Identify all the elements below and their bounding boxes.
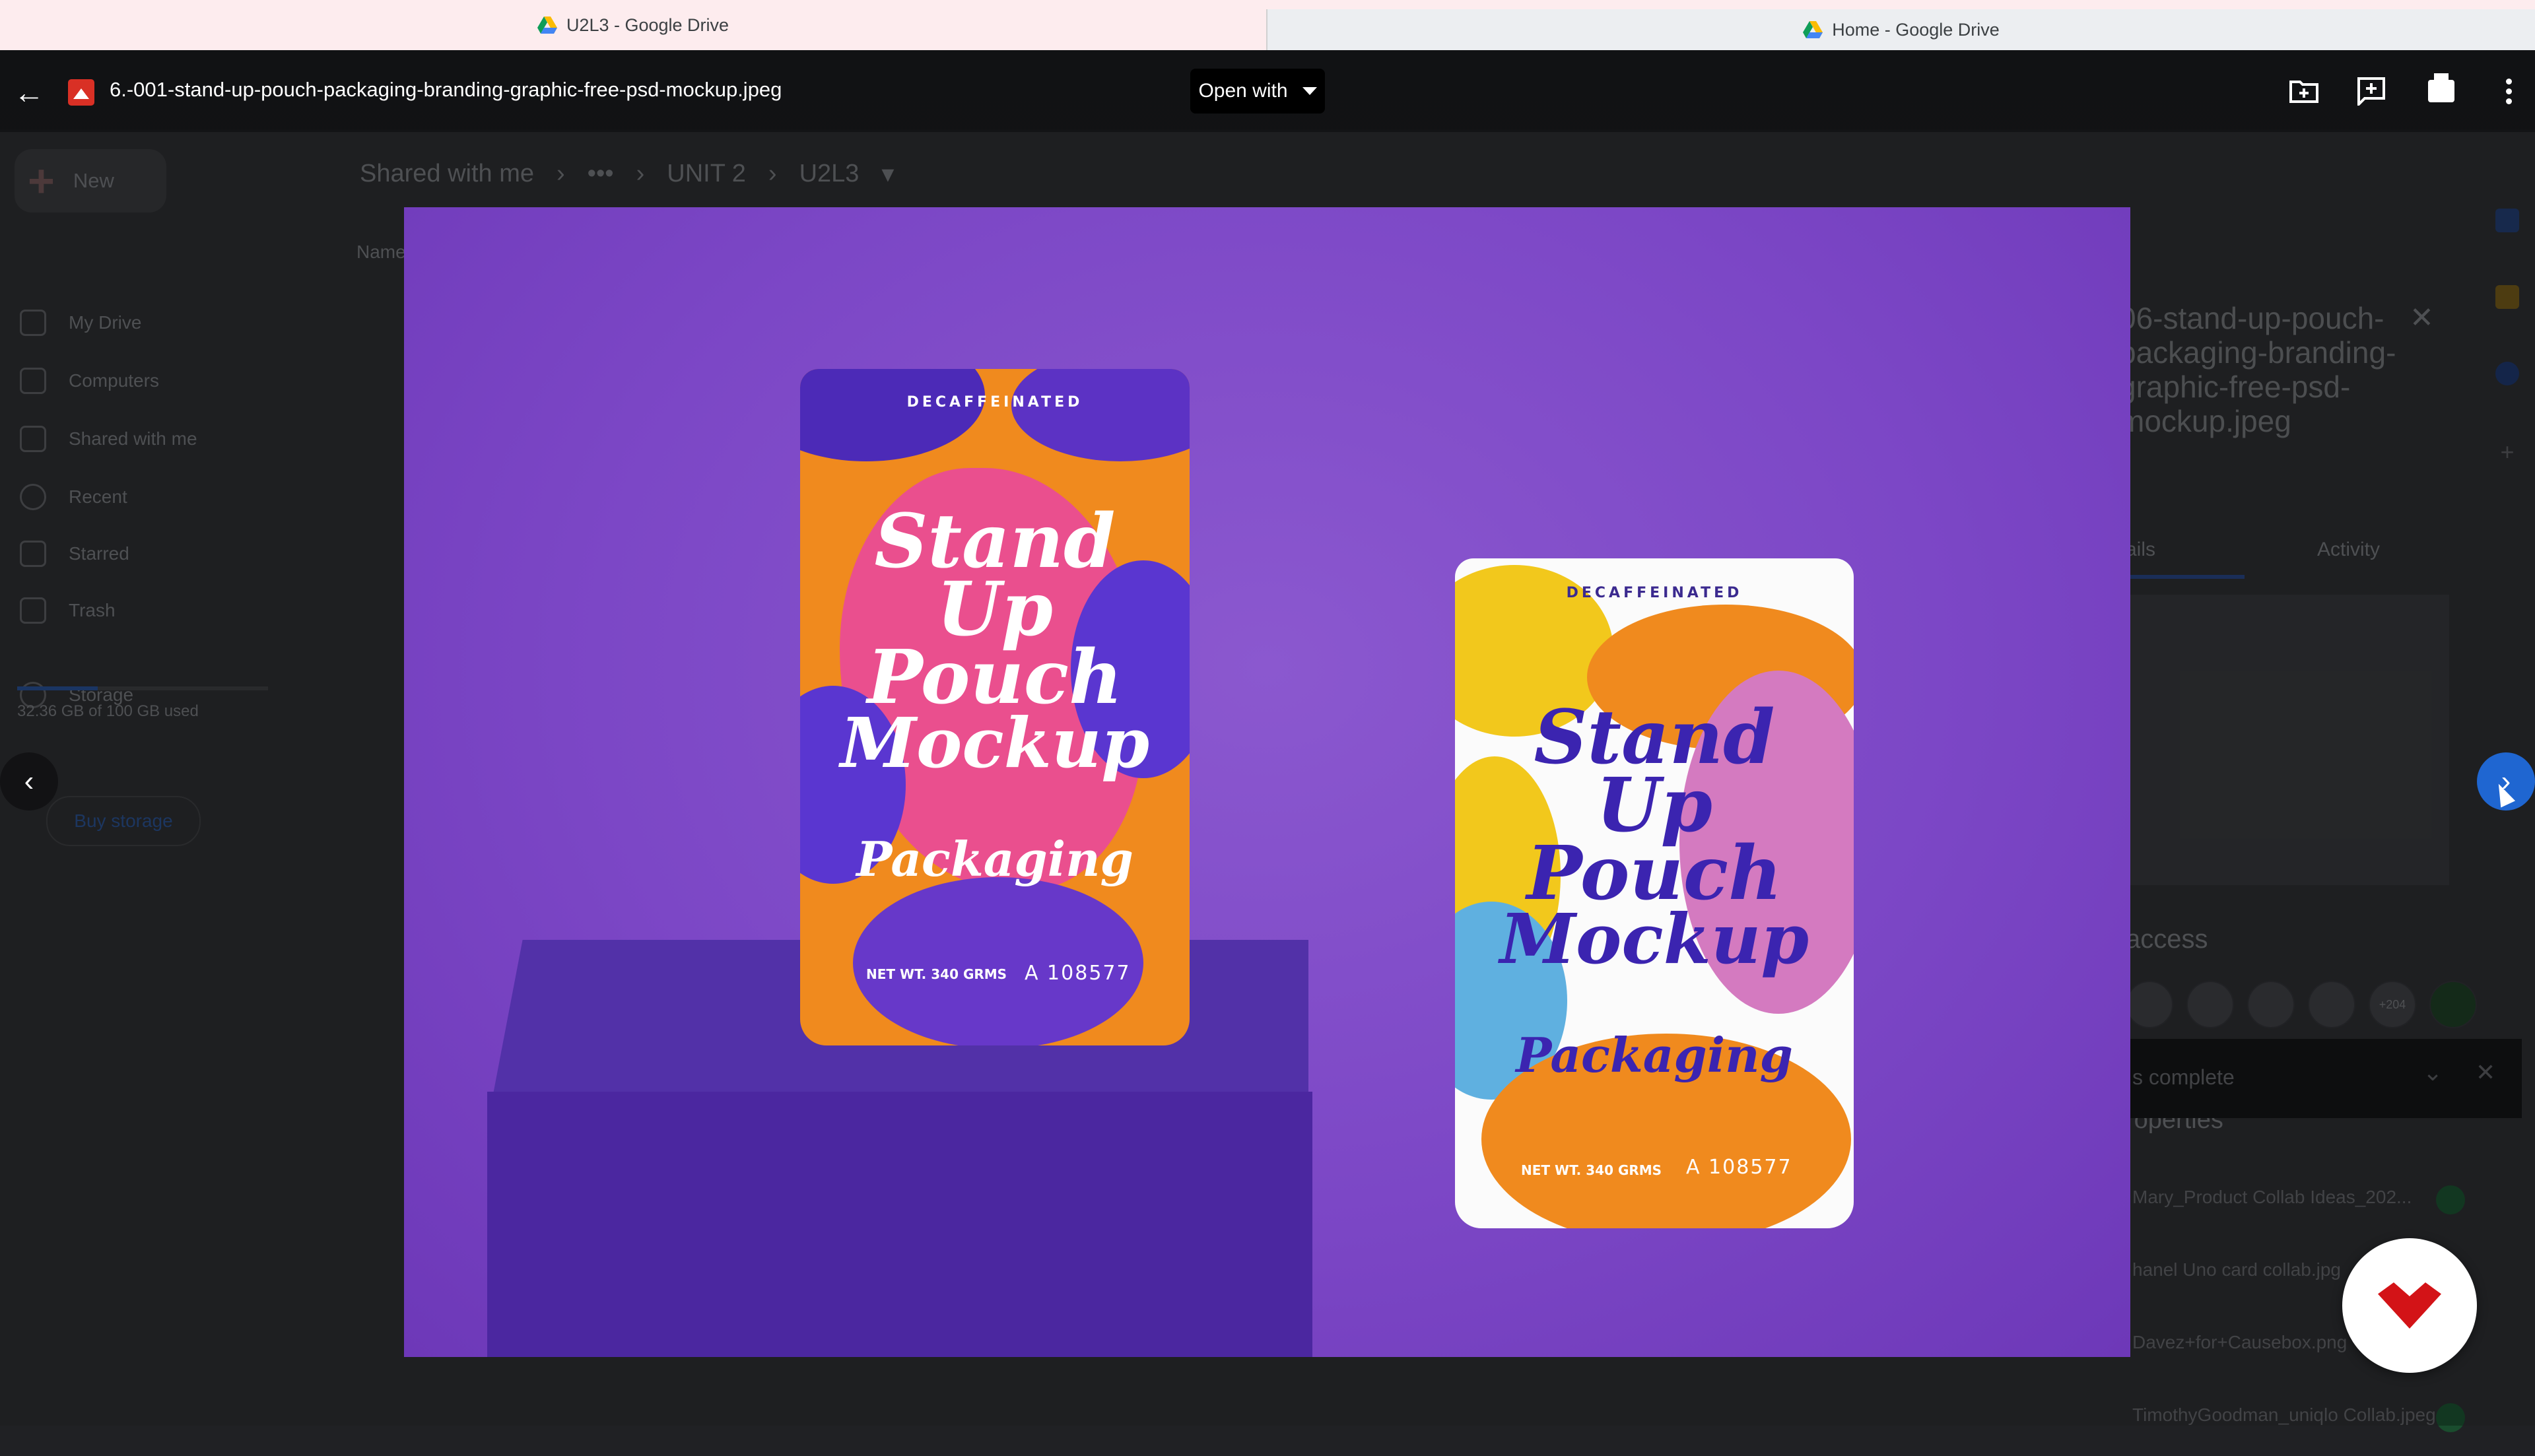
pouch-left: DECAFFEINATED Stand Up Pouch Mockup Pack…	[800, 369, 1190, 1045]
packaging-text: Packaging	[1516, 1027, 1793, 1083]
browser-tab-u2l3[interactable]: U2L3 - Google Drive	[0, 0, 1266, 50]
back-arrow-icon[interactable]: ←	[9, 73, 49, 112]
more-options-icon[interactable]	[2489, 71, 2528, 111]
net-weight-text: NET WT. 340 GRMS	[866, 966, 1007, 982]
floating-extension-button[interactable]	[2342, 1238, 2477, 1373]
google-drive-icon	[537, 16, 557, 34]
product-code-text: A 108577	[1686, 1156, 1792, 1179]
tab-title: Home - Google Drive	[1832, 19, 2000, 40]
preview-image: DECAFFEINATED Stand Up Pouch Mockup Pack…	[404, 207, 2130, 1357]
previous-file-button[interactable]: ‹	[0, 752, 58, 811]
chevron-left-icon: ‹	[24, 765, 34, 797]
google-drive-icon	[1803, 20, 1823, 38]
product-code-text: A 108577	[1025, 962, 1131, 985]
open-with-label: Open with	[1198, 80, 1288, 102]
pedestal-front	[487, 1092, 1312, 1357]
viewer-file-name: 6.-001-stand-up-pouch-packaging-branding…	[110, 78, 782, 101]
browser-tab-home[interactable]: Home - Google Drive	[1266, 9, 2535, 50]
pouch-script-text: Stand Up Pouch Mockup	[840, 498, 1150, 784]
print-icon[interactable]	[2421, 71, 2461, 111]
pouch-script-text: Stand Up Pouch Mockup	[1499, 694, 1809, 980]
open-with-button[interactable]: Open with	[1190, 69, 1325, 114]
net-weight-text: NET WT. 340 GRMS	[1521, 1162, 1662, 1178]
brand-logo-icon	[2378, 1282, 2441, 1329]
packaging-text: Packaging	[856, 831, 1133, 887]
decaffeinated-label: DECAFFEINATED	[1566, 585, 1743, 601]
tab-title: U2L3 - Google Drive	[566, 15, 729, 35]
pouch-right: DECAFFEINATED Stand Up Pouch Mockup Pack…	[1455, 558, 1854, 1228]
add-comment-icon[interactable]	[2351, 71, 2391, 111]
decaffeinated-label: DECAFFEINATED	[906, 394, 1083, 411]
add-to-drive-icon[interactable]	[2284, 71, 2324, 111]
caret-down-icon	[1302, 87, 1317, 95]
image-file-icon	[68, 79, 94, 106]
browser-tab-bar: U2L3 - Google Drive Home - Google Drive	[0, 0, 2535, 50]
